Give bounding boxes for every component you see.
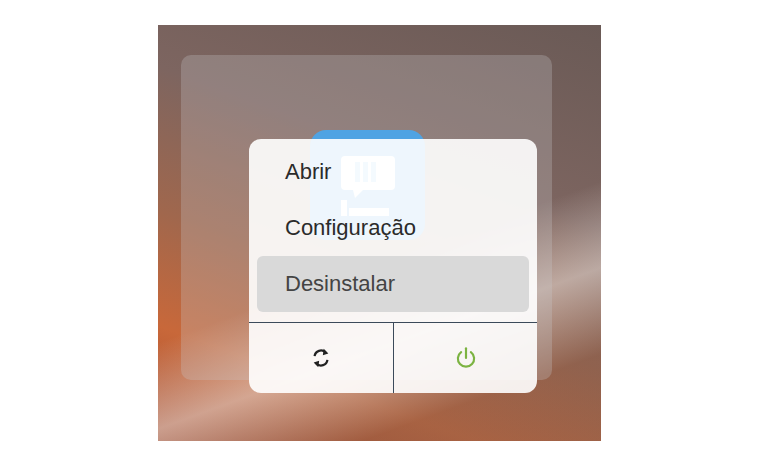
page: AbrirConfiguraçãoDesinstalar <box>0 0 760 466</box>
menu-item[interactable]: Abrir <box>257 144 529 200</box>
context-menu: AbrirConfiguraçãoDesinstalar <box>249 139 537 393</box>
power-icon <box>453 345 479 371</box>
desktop: AbrirConfiguraçãoDesinstalar <box>158 25 601 441</box>
app-panel: AbrirConfiguraçãoDesinstalar <box>181 55 552 380</box>
menu-item[interactable]: Configuração <box>257 200 529 256</box>
power-button[interactable] <box>393 323 537 393</box>
action-bar <box>249 322 537 393</box>
refresh-icon <box>310 347 332 369</box>
menu-item[interactable]: Desinstalar <box>257 256 529 312</box>
refresh-button[interactable] <box>249 323 393 393</box>
